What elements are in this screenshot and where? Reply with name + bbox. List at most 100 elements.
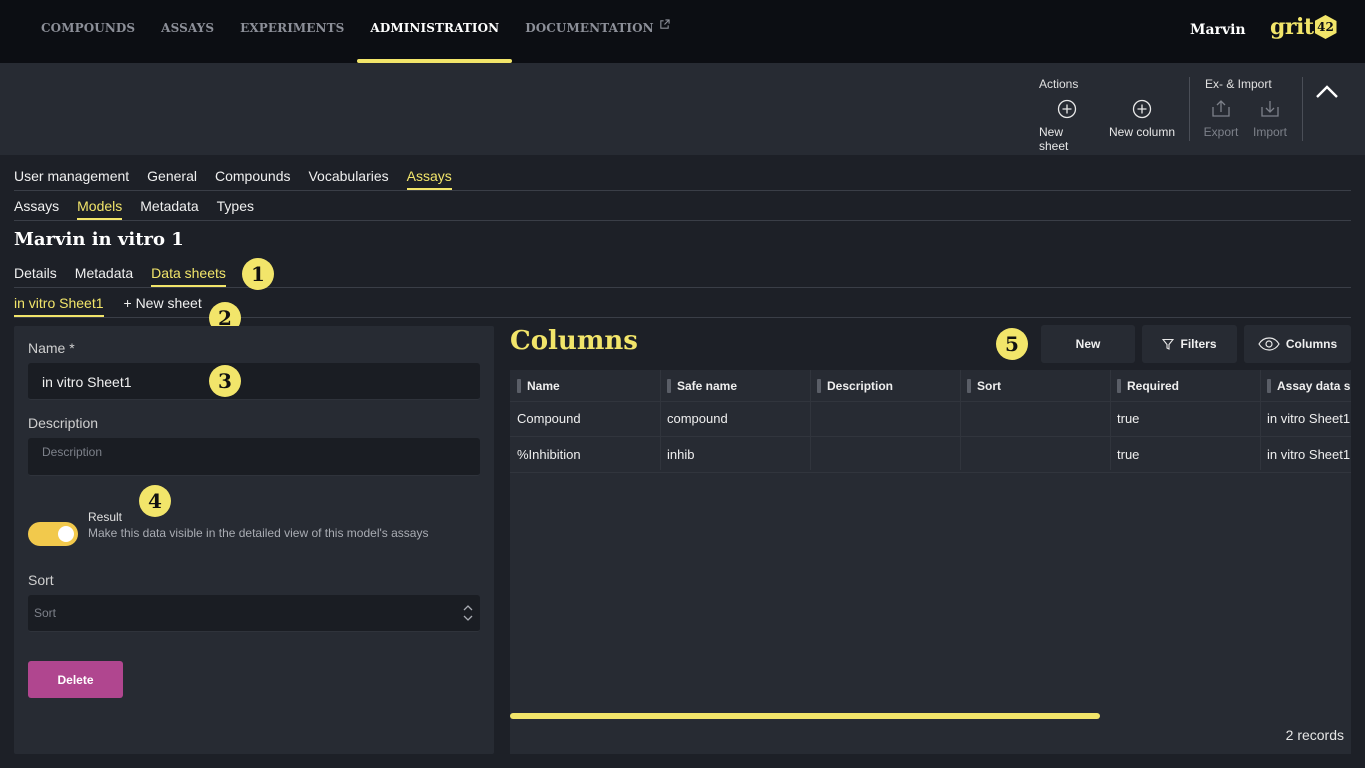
step-badge-5: 5	[996, 328, 1028, 360]
cell-text: in vitro Sheet1	[1267, 446, 1351, 462]
actions-group-title: Actions	[1039, 77, 1079, 91]
export-button[interactable]: Export	[1203, 99, 1239, 139]
nav-label: ADMINISTRATION	[370, 20, 500, 35]
column-divider	[660, 370, 661, 470]
records-count: 2 records	[1285, 727, 1344, 743]
assay-tabs: Assays Models Metadata Types	[14, 198, 272, 220]
tab-models[interactable]: Models	[77, 198, 123, 220]
tab-divider	[14, 287, 1351, 288]
tab-general[interactable]: General	[147, 168, 197, 190]
filters-button[interactable]: Filters	[1142, 325, 1237, 363]
description-input[interactable]: Description	[28, 438, 480, 476]
logo-badge: 42	[1314, 15, 1337, 39]
filters-label: Filters	[1180, 337, 1217, 351]
tab-model-metadata[interactable]: Metadata	[75, 265, 133, 287]
import-button[interactable]: Import	[1251, 99, 1289, 139]
cell-text: in vitro Sheet1	[1267, 410, 1351, 426]
tab-sheet-current[interactable]: in vitro Sheet1	[14, 295, 104, 317]
cell-text: %Inhibition	[517, 446, 581, 462]
table-cell[interactable]: %Inhibition	[510, 436, 660, 472]
table-cell[interactable]: Compound	[510, 400, 660, 436]
table-cell[interactable]	[810, 436, 960, 472]
header-name[interactable]: Name	[510, 370, 660, 402]
row-divider	[510, 472, 1351, 473]
delete-button[interactable]: Delete	[28, 661, 123, 698]
sheet-form-panel: Name * in vitro Sheet1 Description Descr…	[14, 326, 494, 754]
nav-label: ASSAYS	[161, 20, 215, 35]
tab-divider	[14, 190, 1351, 191]
nav-label: EXPERIMENTS	[240, 20, 345, 35]
tab-divider	[14, 220, 1351, 221]
header-safe-name[interactable]: Safe name	[660, 370, 810, 402]
tab-data-sheets[interactable]: Data sheets	[151, 265, 226, 287]
nav-experiments[interactable]: EXPERIMENTS	[227, 0, 357, 63]
cell-text: inhib	[667, 446, 695, 462]
sheet-tabs: in vitro Sheet1 + New sheet	[14, 295, 220, 317]
new-sheet-button[interactable]: New sheet	[1039, 99, 1095, 153]
result-title: Result	[88, 510, 123, 524]
tab-assays-list[interactable]: Assays	[14, 198, 59, 220]
header-label: Required	[1127, 379, 1180, 393]
new-sheet-label: New sheet	[1039, 125, 1069, 153]
app-logo: grit 42	[1270, 14, 1337, 40]
admin-tabs: User management General Compounds Vocabu…	[14, 168, 470, 190]
columns-visibility-button[interactable]: Columns	[1244, 325, 1351, 363]
name-label: Name *	[28, 340, 75, 356]
header-description[interactable]: Description	[810, 370, 960, 402]
table-cell[interactable]: compound	[660, 400, 810, 436]
tab-types[interactable]: Types	[217, 198, 254, 220]
cell-text: Compound	[517, 410, 581, 426]
filter-icon	[1162, 338, 1175, 350]
tab-metadata[interactable]: Metadata	[140, 198, 198, 220]
sort-input[interactable]: Sort	[28, 595, 480, 632]
table-cell[interactable]	[810, 400, 960, 436]
top-bar: COMPOUNDS ASSAYS EXPERIMENTS ADMINISTRAT…	[0, 0, 1365, 63]
description-label: Description	[28, 415, 99, 431]
new-label: New	[1075, 337, 1101, 351]
step-badge-1: 1	[242, 258, 274, 290]
header-label: Safe name	[677, 379, 738, 393]
horizontal-scrollbar[interactable]	[510, 713, 1100, 719]
nav-assays[interactable]: ASSAYS	[148, 0, 227, 63]
tab-details[interactable]: Details	[14, 265, 57, 287]
nav-documentation[interactable]: DOCUMENTATION	[512, 0, 682, 63]
name-input[interactable]: in vitro Sheet1	[28, 363, 480, 400]
table-cell[interactable]: in vitro Sheet1	[1260, 436, 1351, 472]
step-badge-4: 4	[139, 485, 171, 517]
header-sort[interactable]: Sort	[960, 370, 1110, 402]
table-cell[interactable]: in vitro Sheet1	[1260, 400, 1351, 436]
collapse-chevron-up-icon[interactable]	[1314, 83, 1340, 101]
new-column-button[interactable]: New column	[1108, 99, 1176, 139]
table-cell[interactable]: true	[1110, 400, 1260, 436]
new-column-grid-button[interactable]: New	[1041, 325, 1135, 363]
column-divider	[1110, 370, 1111, 470]
result-toggle[interactable]	[28, 522, 78, 546]
tab-vocabularies[interactable]: Vocabularies	[308, 168, 388, 190]
toolbar-divider	[1302, 77, 1303, 141]
nav-administration[interactable]: ADMINISTRATION	[357, 0, 513, 63]
nav-compounds[interactable]: COMPOUNDS	[28, 0, 148, 63]
tab-user-management[interactable]: User management	[14, 168, 129, 190]
number-spinner-icon[interactable]	[462, 603, 474, 623]
tab-new-sheet[interactable]: + New sheet	[124, 295, 202, 317]
action-toolbar: Actions New sheet New column Ex- & Impor…	[0, 63, 1365, 155]
user-menu[interactable]: Marvin	[1190, 22, 1246, 38]
eximport-group-title: Ex- & Import	[1205, 77, 1272, 91]
columns-data-grid: Name Safe name Description Sort Required…	[510, 370, 1351, 754]
table-cell[interactable]	[960, 400, 1110, 436]
column-divider	[810, 370, 811, 470]
table-cell[interactable]: inhib	[660, 436, 810, 472]
sort-placeholder: Sort	[34, 606, 57, 620]
tab-assays[interactable]: Assays	[406, 168, 452, 190]
header-required[interactable]: Required	[1110, 370, 1260, 402]
header-assay-data-sheet[interactable]: Assay data s	[1260, 370, 1351, 402]
table-cell[interactable]	[960, 436, 1110, 472]
export-label: Export	[1203, 125, 1239, 139]
sort-label: Sort	[28, 572, 54, 588]
cell-text: true	[1117, 446, 1140, 462]
tab-compounds[interactable]: Compounds	[215, 168, 291, 190]
toolbar-divider	[1189, 77, 1190, 141]
header-label: Description	[827, 379, 894, 393]
columns-title: Columns	[510, 326, 638, 356]
table-cell[interactable]: true	[1110, 436, 1260, 472]
